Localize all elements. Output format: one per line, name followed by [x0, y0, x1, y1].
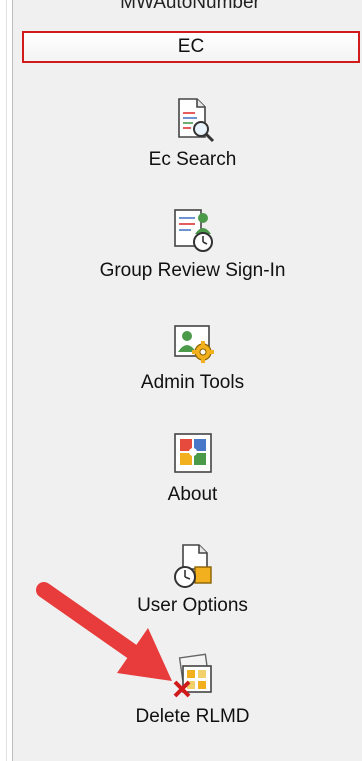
- nav-item-group-review-sign-in[interactable]: Group Review Sign-In: [30, 206, 355, 282]
- nav-item-label: About: [167, 484, 218, 505]
- ec-tab[interactable]: EC: [22, 31, 360, 63]
- ec-tab-label: EC: [177, 36, 205, 57]
- nav-item-about[interactable]: About: [30, 430, 355, 506]
- about-app-icon: [173, 433, 212, 473]
- nav-item-label: Admin Tools: [140, 372, 245, 393]
- nav-item-label: Group Review Sign-In: [99, 260, 286, 281]
- admin-gear-icon: [173, 325, 214, 363]
- nav-item-label: Delete RLMD: [135, 706, 250, 727]
- nav-item-admin-tools[interactable]: Admin Tools: [30, 318, 355, 394]
- left-border-strip: [0, 0, 13, 761]
- sidebar-item-mwautonumber[interactable]: MWAutoNumber: [20, 0, 360, 16]
- user-options-icon: [173, 544, 212, 588]
- nav-item-label: Ec Search: [148, 149, 237, 170]
- nav-item-user-options[interactable]: User Options: [30, 541, 355, 617]
- delete-rlmd-icon: [173, 653, 212, 698]
- nav-item-ec-search[interactable]: Ec Search: [30, 95, 355, 171]
- nav-item-label: User Options: [137, 595, 248, 616]
- group-review-clock-icon: [173, 209, 213, 252]
- document-search-icon: [177, 98, 214, 143]
- nav-item-delete-rlmd[interactable]: Delete RLMD: [30, 652, 355, 728]
